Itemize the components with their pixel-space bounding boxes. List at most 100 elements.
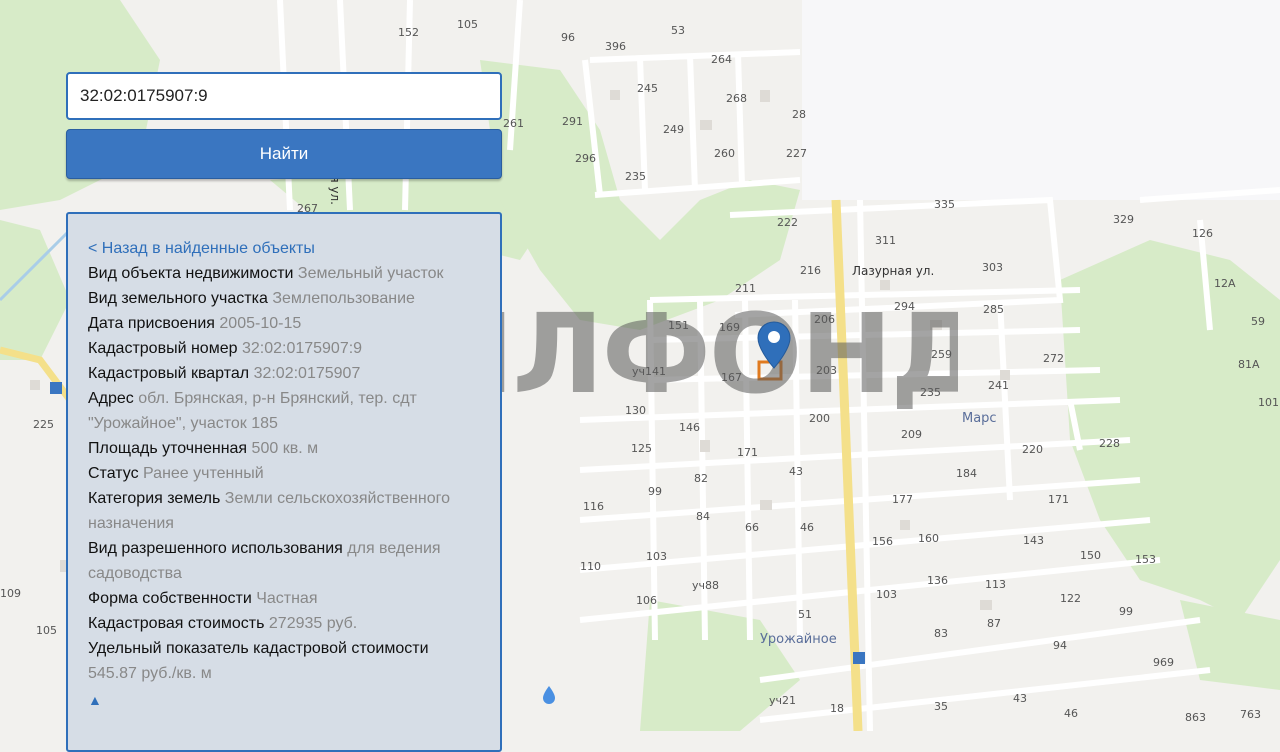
field-value: Земельный участок: [297, 265, 444, 282]
field-value: Ранее учтенный: [143, 465, 264, 482]
house-number: 160: [918, 532, 939, 545]
field-permitted-use: Вид разрешенного использования для веден…: [88, 536, 480, 586]
object-info-panel: < Назад в найденные объекты Вид объекта …: [66, 212, 502, 752]
field-land-plot-type: Вид земельного участка Землепользование: [88, 286, 480, 311]
house-number: 109: [0, 587, 21, 600]
house-number: 156: [872, 535, 893, 548]
back-to-results-link[interactable]: < Назад в найденные объекты: [88, 236, 480, 261]
field-area: Площадь уточненная 500 кв. м: [88, 436, 480, 461]
house-number: 177: [892, 493, 913, 506]
cadastral-search-input[interactable]: [66, 72, 502, 120]
house-number: 153: [1135, 553, 1156, 566]
house-number: 171: [737, 446, 758, 459]
field-cadastral-number: Кадастровый номер 32:02:0175907:9: [88, 336, 480, 361]
house-number: 303: [982, 261, 1003, 274]
place-label-mars: Марс: [962, 411, 997, 426]
house-number: 113: [985, 578, 1006, 591]
field-label: Вид разрешенного использования: [88, 540, 343, 557]
house-number: 116: [583, 500, 604, 513]
find-button[interactable]: Найти: [66, 129, 502, 179]
field-value: Землепользование: [272, 290, 415, 307]
house-number: 125: [631, 442, 652, 455]
house-number: 272: [1043, 352, 1064, 365]
field-label: Адрес: [88, 390, 134, 407]
field-value: Частная: [256, 590, 318, 607]
house-number: 260: [714, 147, 735, 160]
house-number: 329: [1113, 213, 1134, 226]
field-label: Вид объекта недвижимости: [88, 265, 294, 282]
house-number: 235: [625, 170, 646, 183]
house-number: 225: [33, 418, 54, 431]
house-number: 311: [875, 234, 896, 247]
house-number: 227: [786, 147, 807, 160]
field-land-category: Категория земель Земли сельскохозяйствен…: [88, 486, 480, 536]
place-label-urozhaynoe: Урожайное: [760, 632, 837, 647]
house-number: 171: [1048, 493, 1069, 506]
house-number: 200: [809, 412, 830, 425]
field-value: обл. Брянская, р-н Брянский, тер. сдт "У…: [88, 390, 417, 432]
house-number: 220: [1022, 443, 1043, 456]
field-value: 545.87 руб./кв. м: [88, 665, 212, 682]
search-box: [66, 72, 502, 120]
house-number: 46: [800, 521, 814, 534]
field-assignment-date: Дата присвоения 2005-10-15: [88, 311, 480, 336]
house-number: 105: [36, 624, 57, 637]
house-number: 28: [792, 108, 806, 121]
house-number: 264: [711, 53, 732, 66]
field-cadastral-quarter: Кадастровый квартал 32:02:0175907: [88, 361, 480, 386]
house-number: 66: [745, 521, 759, 534]
field-value: 2005-10-15: [219, 315, 302, 332]
house-number: 863: [1185, 711, 1206, 724]
house-number: 152: [398, 26, 419, 39]
field-label: Удельный показатель кадастровой стоимост…: [88, 640, 429, 657]
house-number: 106: [636, 594, 657, 607]
house-number: 222: [777, 216, 798, 229]
house-number: 249: [663, 123, 684, 136]
field-label: Кадастровый номер: [88, 340, 238, 357]
field-value: 272935 руб.: [268, 615, 358, 632]
house-number: 12А: [1214, 277, 1236, 290]
house-number: 51: [798, 608, 812, 621]
house-number: 335: [934, 198, 955, 211]
house-number: 105: [457, 18, 478, 31]
house-number: 143: [1023, 534, 1044, 547]
house-number: 184: [956, 467, 977, 480]
field-label: Площадь уточненная: [88, 440, 248, 457]
field-cadastral-value: Кадастровая стоимость 272935 руб.: [88, 611, 480, 636]
field-status: Статус Ранее учтенный: [88, 461, 480, 486]
house-number: 296: [575, 152, 596, 165]
field-value: 32:02:0175907: [253, 365, 361, 382]
field-label: Форма собственности: [88, 590, 252, 607]
house-number: уч88: [692, 579, 720, 592]
house-number: 241: [988, 379, 1009, 392]
house-number: 261: [503, 117, 524, 130]
house-number: 94: [1053, 639, 1067, 652]
house-number: 83: [934, 627, 948, 640]
house-number: 209: [901, 428, 922, 441]
location-marker-icon[interactable]: [756, 320, 792, 380]
house-number: 46: [1064, 707, 1078, 720]
house-number: 126: [1192, 227, 1213, 240]
field-label: Вид земельного участка: [88, 290, 268, 307]
house-number: 150: [1080, 549, 1101, 562]
house-number: 228: [1099, 437, 1120, 450]
field-label: Кадастровый квартал: [88, 365, 250, 382]
house-number: 87: [987, 617, 1001, 630]
house-number: 35: [934, 700, 948, 713]
house-number: 285: [983, 303, 1004, 316]
field-label: Кадастровая стоимость: [88, 615, 265, 632]
field-address: Адрес обл. Брянская, р-н Брянский, тер. …: [88, 386, 480, 436]
house-number: 18: [830, 702, 844, 715]
house-number: 122: [1060, 592, 1081, 605]
field-label: Дата присвоения: [88, 315, 215, 332]
house-number: 81А: [1238, 358, 1260, 371]
house-number: 99: [648, 485, 662, 498]
field-value: 500 кв. м: [251, 440, 319, 457]
house-number: 101: [1258, 396, 1279, 409]
house-number: 53: [671, 24, 685, 37]
field-label: Категория земель: [88, 490, 221, 507]
house-number: 103: [646, 550, 667, 563]
field-value: 32:02:0175907:9: [241, 340, 363, 357]
house-number: 216: [800, 264, 821, 277]
scroll-up-icon[interactable]: ▲: [88, 688, 480, 713]
